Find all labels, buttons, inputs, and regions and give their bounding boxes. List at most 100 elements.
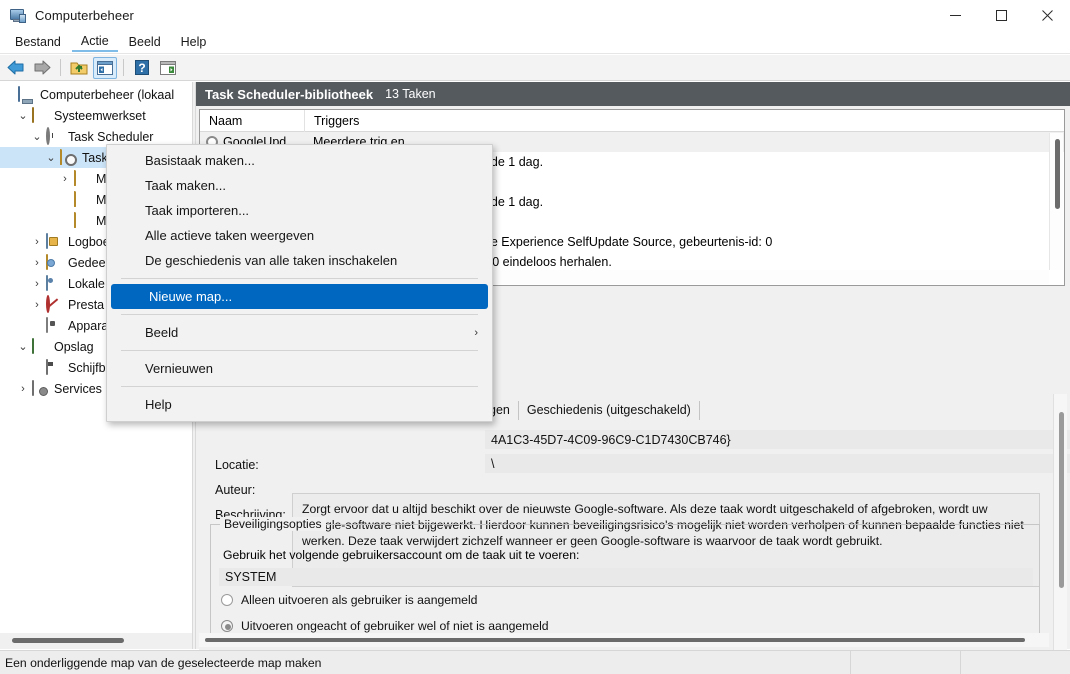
location-label: Locatie: xyxy=(215,458,259,472)
event-log-icon xyxy=(46,232,63,250)
detail-vertical-scrollbar[interactable] xyxy=(1053,394,1067,674)
tree-item-label: Logboe xyxy=(68,234,110,249)
back-button[interactable] xyxy=(4,57,28,79)
column-header-triggers[interactable]: Triggers xyxy=(304,109,1064,132)
radio-only-when-logged-on[interactable]: Alleen uitvoeren als gebruiker is aangem… xyxy=(221,593,477,607)
question-mark-icon: ? xyxy=(135,60,149,75)
minimize-button[interactable] xyxy=(932,0,978,31)
radio-label: Alleen uitvoeren als gebruiker is aangem… xyxy=(241,593,478,607)
context-menu-item-geschiedenis-inschakelen[interactable]: De geschiedenis van alle taken inschakel… xyxy=(107,248,492,273)
tree-item-label: M xyxy=(96,192,107,207)
action-pane-icon xyxy=(160,60,176,75)
task-count: 13 Taken xyxy=(385,87,436,101)
twisty[interactable]: › xyxy=(28,278,46,290)
twisty[interactable]: ⌄ xyxy=(42,151,60,164)
help-button[interactable]: ? xyxy=(130,57,154,79)
context-menu-item-alle-actieve-taken[interactable]: Alle actieve taken weergeven xyxy=(107,223,492,248)
twisty[interactable]: › xyxy=(28,236,46,248)
context-menu: Basistaak maken... Taak maken... Taak im… xyxy=(106,144,493,422)
detail-vscroll-thumb[interactable] xyxy=(1059,412,1064,588)
shared-folders-icon xyxy=(46,253,63,271)
folder-clock-icon xyxy=(60,148,77,166)
local-users-icon xyxy=(46,274,63,292)
services-icon xyxy=(32,379,49,397)
radio-dot xyxy=(221,594,233,606)
security-options-group: Beveiligingsopties Gebruik het volgende … xyxy=(210,517,1040,644)
folder-icon xyxy=(74,169,91,187)
computer-management-window: Computerbeheer Bestand Actie Beeld Help xyxy=(0,0,1070,674)
detail-hscroll-thumb[interactable] xyxy=(205,638,1025,642)
tree-item-label: Schijfb xyxy=(68,360,106,375)
show-hide-tree-button[interactable] xyxy=(93,56,117,79)
twisty[interactable]: › xyxy=(56,173,74,185)
svg-text:?: ? xyxy=(138,61,145,75)
disk-management-icon xyxy=(46,358,63,376)
performance-icon xyxy=(46,294,63,313)
context-menu-item-beeld[interactable]: Beeld › xyxy=(107,320,492,345)
tree-item-label: Lokale xyxy=(68,276,105,291)
toolbar-separator xyxy=(60,59,61,76)
toolbar-separator-2 xyxy=(123,59,124,76)
tree-item-systeemwerkset[interactable]: ⌄ Systeemwerkset xyxy=(0,105,192,126)
context-menu-item-taak-importeren[interactable]: Taak importeren... xyxy=(107,198,492,223)
task-list-vscroll-thumb[interactable] xyxy=(1055,139,1060,209)
tree-hscroll-thumb[interactable] xyxy=(12,638,124,643)
tree-item-label: Computerbeheer (lokaal xyxy=(40,87,175,102)
window-controls xyxy=(932,0,1070,31)
folder-up-icon xyxy=(70,62,88,74)
radio-run-regardless[interactable]: Uitvoeren ongeacht of gebruiker wel of n… xyxy=(221,619,549,633)
location-value: \ xyxy=(485,454,1070,473)
tab-geschiedenis[interactable]: Geschiedenis (uitgeschakeld) xyxy=(519,401,700,420)
context-menu-separator xyxy=(121,314,478,315)
tree-horizontal-scrollbar[interactable] xyxy=(0,633,192,649)
arrow-right-icon xyxy=(34,60,51,75)
menu-item-beeld[interactable]: Beeld xyxy=(120,33,170,51)
detail-horizontal-scrollbar[interactable] xyxy=(199,633,1049,647)
context-menu-item-vernieuwen[interactable]: Vernieuwen xyxy=(107,356,492,381)
task-list-vertical-scrollbar[interactable] xyxy=(1049,133,1063,270)
status-cell-2 xyxy=(960,650,1070,674)
close-button[interactable] xyxy=(1024,0,1070,31)
context-menu-separator xyxy=(121,278,478,279)
twisty[interactable]: ⌄ xyxy=(14,109,32,122)
title-bar: Computerbeheer xyxy=(0,0,1070,31)
tree-item-label: Opslag xyxy=(54,339,94,354)
tree-item-label: Gedee xyxy=(68,255,106,270)
status-message: Een onderliggende map van de geselecteer… xyxy=(5,655,322,670)
clock-icon xyxy=(46,126,63,145)
toolbar: ? xyxy=(0,55,1070,81)
twisty[interactable]: ⌄ xyxy=(14,340,32,353)
security-options-legend: Beveiligingsopties xyxy=(220,517,326,531)
computer-management-icon xyxy=(10,7,27,24)
context-menu-item-taak-maken[interactable]: Taak maken... xyxy=(107,173,492,198)
twisty[interactable]: › xyxy=(14,383,32,395)
account-label: Gebruik het volgende gebruikersaccount o… xyxy=(223,548,580,562)
tree-item-computerbeheer[interactable]: Computerbeheer (lokaal xyxy=(0,84,192,105)
menu-item-actie[interactable]: Actie xyxy=(71,32,118,52)
context-menu-item-help[interactable]: Help xyxy=(107,392,492,417)
twisty[interactable]: › xyxy=(28,299,46,311)
show-action-pane-button[interactable] xyxy=(156,57,180,79)
status-bar: Een onderliggende map van de geselecteer… xyxy=(0,650,1070,674)
context-menu-item-basistaak-maken[interactable]: Basistaak maken... xyxy=(107,148,492,173)
tree-item-label: M xyxy=(96,213,107,228)
twisty[interactable]: ⌄ xyxy=(28,130,46,143)
window-title: Computerbeheer xyxy=(35,8,134,23)
task-name-value: 4A1C3-45D7-4C09-96C9-C1D7430CB746} xyxy=(485,430,1070,449)
column-header-naam[interactable]: Naam xyxy=(200,110,304,132)
menu-item-help[interactable]: Help xyxy=(172,33,216,51)
up-folder-button[interactable] xyxy=(67,57,91,79)
menu-item-bestand[interactable]: Bestand xyxy=(6,33,70,51)
computer-icon xyxy=(18,85,35,103)
folder-icon xyxy=(74,211,91,229)
context-menu-separator xyxy=(121,386,478,387)
twisty[interactable]: › xyxy=(28,257,46,269)
tree-item-label: M xyxy=(96,171,107,186)
tree-item-label: Services xyxy=(54,381,102,396)
forward-button[interactable] xyxy=(30,57,54,79)
folder-icon xyxy=(74,190,91,208)
maximize-button[interactable] xyxy=(978,0,1024,31)
close-icon xyxy=(1041,10,1053,21)
context-menu-item-label: Beeld xyxy=(145,325,179,340)
context-menu-item-nieuwe-map[interactable]: Nieuwe map... xyxy=(111,284,488,309)
